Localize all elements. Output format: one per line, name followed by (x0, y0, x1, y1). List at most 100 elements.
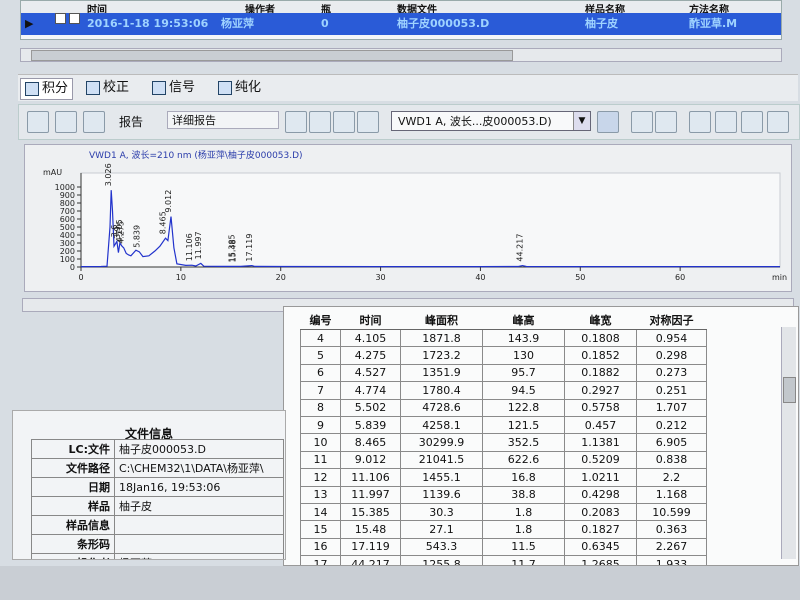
sample-row[interactable]: ▶ 2016-1-18 19:53:06 杨亚萍 0 柚子皮000053.D 柚… (21, 13, 781, 35)
split-peak-tool-icon[interactable] (741, 111, 763, 133)
zoom-out-icon[interactable] (655, 111, 677, 133)
view-tabs: 积分 校正 信号 纯化 (18, 74, 798, 101)
peak-cell: 1871.8 (400, 328, 483, 348)
tab-calibration[interactable]: 校正 (82, 78, 133, 98)
sample-table: 时间 操作者 瓶 数据文件 样品名称 方法名称 ▶ 2016-1-18 19:5… (20, 0, 782, 40)
peak-table-row[interactable]: 5 4.275 1723.2 130 0.1852 0.298 (300, 346, 707, 365)
peak-col-header[interactable]: 时间 (340, 311, 401, 330)
y-tick-label: 500 (60, 223, 75, 232)
peak-cell: 16 (300, 537, 341, 557)
peak-cell: 14 (300, 502, 341, 522)
peak-cell: 30.3 (400, 502, 483, 522)
row-time: 2016-1-18 19:53:06 (87, 17, 209, 30)
select-checkbox[interactable] (69, 13, 80, 24)
chromatogram-panel[interactable]: VWD1 A, 波长=210 nm (杨亚萍\柚子皮000053.D) 0 100… (24, 144, 792, 292)
x-tick-label: 0 (78, 273, 83, 282)
tab-signal[interactable]: 信号 (148, 78, 199, 98)
peak-table-row[interactable]: 4 4.105 1871.8 143.9 0.1808 0.954 (300, 328, 707, 348)
drop-line-tool-icon[interactable] (767, 111, 789, 133)
file-info-panel: 文件信息 LC:文件 柚子皮000053.D 文件路径 C:\CHEM32\1\DAT… (12, 410, 286, 560)
vscroll-thumb[interactable] (783, 377, 796, 403)
peak-cell: 0.1808 (564, 328, 637, 348)
peak-cell: 6.905 (636, 433, 707, 452)
peak-table-vscroll[interactable] (781, 327, 796, 559)
peak-cell: 8.465 (340, 433, 401, 452)
file-info-row: LC:文件 柚子皮000053.D (31, 439, 284, 459)
peak-col-header[interactable]: 峰高 (482, 311, 565, 330)
integration-events-button[interactable] (83, 111, 105, 133)
peak-table-row[interactable]: 16 17.119 543.3 11.5 0.6345 2.267 (300, 537, 707, 557)
row-vial: 0 (321, 17, 329, 30)
peak-cell: 16.8 (482, 468, 565, 487)
peak-cell: 543.3 (400, 537, 483, 557)
file-info-value (114, 534, 284, 554)
peak-table-row[interactable]: 15 15.48 27.1 1.8 0.1827 0.363 (300, 520, 707, 539)
peak-cell: 122.8 (482, 398, 565, 417)
tab-purity[interactable]: 纯化 (214, 78, 265, 98)
tools-button[interactable] (597, 111, 619, 133)
peak-table-row[interactable]: 17 44.217 1255.8 11.7 1.2685 1.933 (300, 555, 707, 565)
x-tick-label: 40 (475, 273, 485, 282)
peak-cell: 44.217 (340, 555, 401, 565)
integrate-button[interactable] (27, 111, 49, 133)
signal-dropdown[interactable]: VWD1 A, 波长...皮000053.D) ▼ (391, 111, 591, 131)
peak-table-row[interactable]: 12 11.106 1455.1 16.8 1.0211 2.2 (300, 468, 707, 487)
peak-table-row[interactable]: 10 8.465 30299.9 352.5 1.1381 6.905 (300, 433, 707, 452)
file-info-value: 柚子皮 (114, 496, 284, 516)
print-button[interactable] (333, 111, 355, 133)
copy-button[interactable] (357, 111, 379, 133)
peak-col-header[interactable]: 峰面积 (400, 311, 483, 330)
peak-table-row[interactable]: 13 11.997 1139.6 38.8 0.4298 1.168 (300, 485, 707, 504)
report-preview-button[interactable] (285, 111, 307, 133)
peak-cell: 95.7 (482, 363, 565, 383)
peak-table-row[interactable]: 9 5.839 4258.1 121.5 0.457 0.212 (300, 415, 707, 435)
file-info-key: LC:文件 (31, 439, 115, 459)
peak-label: 4.275 (117, 221, 126, 244)
sample-table-hscroll[interactable] (20, 48, 782, 62)
peak-table: 编号 时间 峰面积 峰高 峰宽 对称因子 4 4.105 1871.8 143.9 0.1808 0… (300, 311, 707, 565)
peak-cell: 12 (300, 468, 341, 487)
zoom-in-icon[interactable] (631, 111, 653, 133)
peak-cell: 5.839 (340, 415, 401, 435)
row-sample: 柚子皮 (585, 17, 618, 30)
peak-cell: 11.106 (340, 468, 401, 487)
peak-cell: 38.8 (482, 485, 565, 504)
file-info-key: 样品信息 (31, 515, 115, 535)
expand-checkbox[interactable] (55, 13, 66, 24)
peak-table-panel: 编号 时间 峰面积 峰高 峰宽 对称因子 4 4.105 1871.8 143.9 0.1808 0… (283, 306, 799, 566)
baseline-tool-icon[interactable] (715, 111, 737, 133)
chromatogram-chart[interactable]: 01002003004005006007008009001000 mAU 0 10 20… (25, 145, 791, 291)
report-zoom-button[interactable] (309, 111, 331, 133)
peak-table-row[interactable]: 8 5.502 4728.6 122.8 0.5758 1.707 (300, 398, 707, 417)
peak-table-row[interactable]: 11 9.012 21041.5 622.6 0.5209 0.838 (300, 450, 707, 470)
peak-table-row[interactable]: 7 4.774 1780.4 94.5 0.2927 0.251 (300, 381, 707, 400)
peak-cell: 0.212 (636, 415, 707, 435)
y-tick-label: 300 (60, 239, 75, 248)
row-operator: 杨亚萍 (221, 17, 254, 30)
hscroll-thumb[interactable] (31, 50, 513, 61)
peak-cell: 15 (300, 520, 341, 539)
row-pointer-icon: ▶ (25, 17, 34, 30)
report-style-field[interactable]: 详细报告 (167, 111, 279, 129)
peak-col-header[interactable]: 峰宽 (564, 311, 637, 330)
peak-col-header[interactable]: 对称因子 (636, 311, 707, 330)
peak-cell: 0.838 (636, 450, 707, 470)
peak-cell: 0.1882 (564, 363, 637, 383)
cursor-icon[interactable] (689, 111, 711, 133)
file-info-key: 样品 (31, 496, 115, 516)
peak-label: 11.997 (194, 231, 203, 259)
report-label: 报告 (119, 115, 144, 129)
auto-integrate-button[interactable] (55, 111, 77, 133)
peak-table-row[interactable]: 14 15.385 30.3 1.8 0.2083 10.599 (300, 502, 707, 522)
row-datafile: 柚子皮000053.D (397, 17, 490, 30)
peak-table-row[interactable]: 6 4.527 1351.9 95.7 0.1882 0.273 (300, 363, 707, 383)
file-info-value (114, 515, 284, 535)
peak-col-header[interactable]: 编号 (300, 311, 341, 330)
peak-cell: 94.5 (482, 381, 565, 400)
file-info-row: 条形码 (31, 534, 284, 554)
peak-cell: 4 (300, 328, 341, 348)
file-info-key: 操作者 (31, 553, 115, 559)
tab-integration[interactable]: 积分 (20, 78, 74, 100)
peak-cell: 4728.6 (400, 398, 483, 417)
peak-cell: 0.273 (636, 363, 707, 383)
